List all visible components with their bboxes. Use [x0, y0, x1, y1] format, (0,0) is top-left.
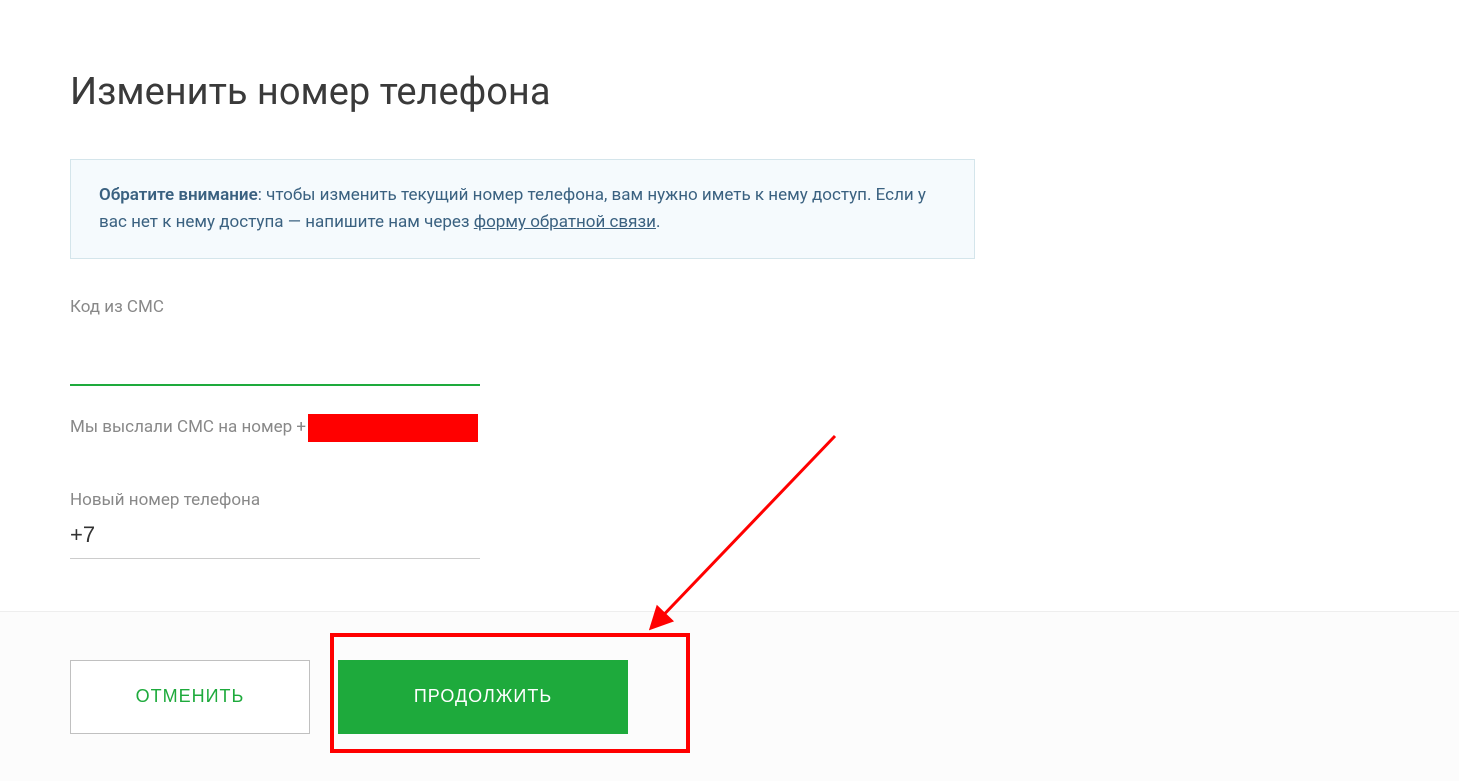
- redacted-phone-number: [308, 414, 478, 442]
- sms-sent-row: Мы выслали СМС на номер +: [70, 414, 1389, 442]
- info-bold: Обратите внимание: [99, 185, 258, 205]
- main-container: Изменить номер телефона Обратите внимани…: [0, 0, 1459, 559]
- feedback-form-link[interactable]: форму обратной связи: [474, 212, 656, 232]
- info-text: Обратите внимание: чтобы изменить текущи…: [99, 182, 946, 236]
- new-phone-label: Новый номер телефона: [70, 490, 1389, 510]
- sms-sent-text: Мы выслали СМС на номер +: [70, 418, 306, 438]
- cancel-button[interactable]: ОТМЕНИТЬ: [70, 660, 310, 734]
- info-text2: .: [656, 212, 660, 232]
- sms-code-input[interactable]: [70, 347, 480, 386]
- sms-input-wrapper: [70, 347, 480, 386]
- sms-code-section: Код из СМС Мы выслали СМС на номер +: [70, 297, 1389, 442]
- sms-code-label: Код из СМС: [70, 297, 1389, 317]
- new-phone-section: Новый номер телефона: [70, 490, 1389, 559]
- footer-action-bar: ОТМЕНИТЬ ПРОДОЛЖИТЬ: [0, 611, 1459, 781]
- info-notice-box: Обратите внимание: чтобы изменить текущи…: [70, 159, 975, 259]
- continue-button[interactable]: ПРОДОЛЖИТЬ: [338, 660, 628, 734]
- page-title: Изменить номер телефона: [70, 70, 1389, 114]
- new-phone-input[interactable]: [70, 518, 480, 559]
